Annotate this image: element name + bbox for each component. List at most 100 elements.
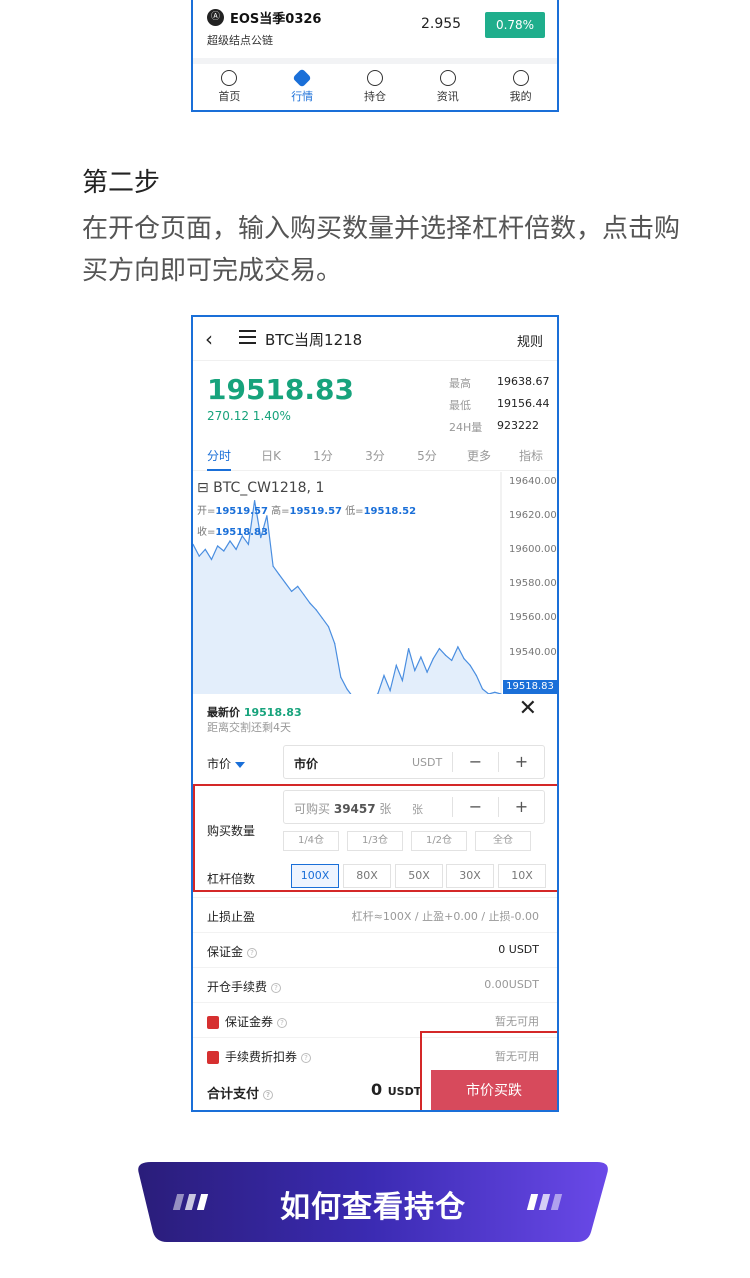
- rules-link[interactable]: 规则: [517, 331, 543, 350]
- positions-icon: [366, 70, 383, 86]
- help-icon[interactable]: ?: [271, 982, 282, 993]
- fraction-full[interactable]: 全仓: [475, 831, 531, 851]
- contract-title: BTC当周1218: [265, 331, 363, 349]
- price-point: [315, 609, 317, 611]
- fraction-half[interactable]: 1/2仓: [411, 831, 467, 851]
- leverage-50x[interactable]: 50X: [395, 864, 443, 888]
- price-unit: USDT: [412, 756, 443, 769]
- row-value: 暂无可用: [495, 1015, 539, 1028]
- contract-screenshot: ‹ BTC当周1218 规则 19518.83 270.12 1.40% 最高 1…: [191, 315, 559, 1112]
- tab-3min[interactable]: 3分: [349, 447, 401, 470]
- row-label-text: 保证金券: [225, 1015, 274, 1029]
- price-point: [334, 642, 336, 645]
- price-field[interactable]: 市价 USDT − +: [283, 745, 545, 779]
- leverage-80x[interactable]: 80X: [343, 864, 391, 888]
- tab-mine[interactable]: 我的: [484, 64, 557, 110]
- tab-news[interactable]: 资讯: [411, 64, 484, 110]
- stat-label: 最高: [449, 377, 471, 390]
- stop-loss-row[interactable]: 止损止盈 杠杆≈100X / 止盈+0.00 / 止损-0.00: [193, 897, 557, 932]
- price-point: [494, 691, 496, 693]
- settlement-countdown: 距离交割还剩4天: [207, 721, 291, 734]
- previous-screenshot: Ⓐ EOS当季0326 超级结点公链 2.955 0.78% 首页 行情 持仓 …: [191, 0, 559, 112]
- row-label: 保证金?: [207, 943, 258, 960]
- price-change: 270.12 1.40%: [207, 409, 291, 423]
- price-point: [475, 674, 477, 677]
- low-label: 低=: [345, 506, 364, 517]
- gift-icon: [207, 1051, 219, 1064]
- low-value: 19518.52: [363, 506, 417, 517]
- menu-list-icon[interactable]: [239, 330, 256, 346]
- chart-tabs: 分时 日K 1分 3分 5分 更多 指标: [193, 447, 557, 471]
- tab-more[interactable]: 更多: [453, 447, 505, 470]
- home-icon: [221, 70, 238, 86]
- stat-value: 19638.67: [497, 375, 550, 388]
- tab-positions[interactable]: 持仓: [339, 64, 412, 110]
- price-type-dropdown[interactable]: 市价: [207, 755, 246, 772]
- help-icon[interactable]: ?: [277, 1017, 288, 1028]
- placeholder-suffix: 张: [379, 802, 392, 816]
- tab-label: 资讯: [436, 90, 459, 103]
- price-point: [457, 646, 459, 648]
- total-unit: USDT: [387, 1085, 422, 1098]
- tab-5min[interactable]: 5分: [401, 447, 453, 470]
- tab-1min[interactable]: 1分: [297, 447, 349, 470]
- price-field-value: 市价: [294, 757, 319, 771]
- y-tick: 19620.00: [509, 510, 557, 521]
- row-value: 杠杆≈100X / 止盈+0.00 / 止损-0.00: [351, 910, 539, 923]
- price-point: [278, 573, 280, 576]
- price-plus-button[interactable]: +: [498, 752, 544, 772]
- y-tick: 19580.00: [509, 578, 557, 589]
- tab-timeshare[interactable]: 分时: [193, 447, 245, 471]
- price-point: [451, 659, 453, 661]
- quantity-label: 购买数量: [207, 824, 256, 838]
- change-badge[interactable]: 0.78%: [485, 12, 545, 38]
- open-value: 19519.57: [215, 506, 268, 517]
- back-icon[interactable]: ‹: [205, 327, 213, 351]
- stat-value: 19156.44: [497, 397, 550, 410]
- price-point: [340, 676, 342, 678]
- price-point: [254, 499, 256, 502]
- price-point: [432, 658, 434, 660]
- price-point: [327, 626, 330, 628]
- price-minus-button[interactable]: −: [452, 752, 498, 772]
- price-point: [463, 658, 465, 660]
- tab-indicators[interactable]: 指标: [505, 447, 557, 470]
- section-banner: 如何查看持仓: [137, 1162, 609, 1242]
- market-row-eos[interactable]: Ⓐ EOS当季0326 超级结点公链 2.955 0.78%: [193, 0, 557, 58]
- bottom-tab-bar: 首页 行情 持仓 资讯 我的: [193, 64, 557, 110]
- leverage-100x[interactable]: 100X: [291, 864, 339, 888]
- tab-home[interactable]: 首页: [193, 64, 266, 110]
- quantity-plus-button[interactable]: +: [498, 797, 544, 817]
- help-icon[interactable]: ?: [247, 947, 258, 958]
- fraction-quarter[interactable]: 1/4仓: [283, 831, 339, 851]
- open-label: 开=: [197, 506, 216, 517]
- stat-value: 923222: [497, 419, 539, 432]
- price-point: [229, 540, 231, 542]
- chart-symbol: ⊟ BTC_CW1218, 1: [197, 480, 325, 496]
- help-icon[interactable]: ?: [301, 1052, 312, 1063]
- tab-market[interactable]: 行情: [266, 64, 339, 110]
- fraction-third[interactable]: 1/3仓: [347, 831, 403, 851]
- high-label: 高=: [271, 506, 290, 517]
- leverage-30x[interactable]: 30X: [446, 864, 494, 888]
- total-label-text: 合计支付: [207, 1087, 260, 1102]
- chevron-down-icon: [235, 761, 246, 768]
- quantity-input[interactable]: 可购买 39457 张 张 − +: [283, 790, 545, 824]
- price-chart[interactable]: ⊟ BTC_CW1218, 1 开=19519.57 高=19519.57 低=…: [193, 472, 557, 694]
- help-icon[interactable]: ?: [263, 1089, 274, 1100]
- price-point: [414, 669, 416, 672]
- price-point: [389, 690, 391, 692]
- close-icon[interactable]: ✕: [519, 696, 537, 721]
- price-point: [401, 679, 404, 682]
- price-point: [290, 590, 293, 593]
- price-point: [284, 582, 286, 584]
- y-tick: 19540.00: [509, 647, 557, 658]
- nav-bar: ‹ BTC当周1218 规则: [193, 317, 557, 361]
- close-readout: 收=19518.83: [197, 523, 268, 538]
- quantity-minus-button[interactable]: −: [452, 797, 498, 817]
- tab-label: 持仓: [363, 90, 386, 103]
- y-tick: 19640.00: [509, 476, 557, 487]
- tab-daily-k[interactable]: 日K: [245, 447, 297, 470]
- leverage-10x[interactable]: 10X: [498, 864, 546, 888]
- price-point: [309, 602, 311, 604]
